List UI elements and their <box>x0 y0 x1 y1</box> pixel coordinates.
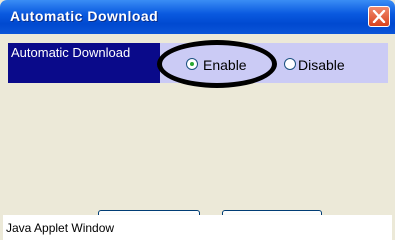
radio-disable-label[interactable]: Disable <box>298 57 345 73</box>
radio-enable[interactable] <box>186 58 198 70</box>
title-bar[interactable]: Automatic Download <box>0 0 395 34</box>
status-text: Java Applet Window <box>6 221 115 235</box>
window-title: Automatic Download <box>10 8 159 24</box>
radio-disable[interactable] <box>284 58 296 70</box>
radio-enable-label[interactable]: Enable <box>203 57 247 73</box>
setting-label: Automatic Download <box>8 43 160 83</box>
dialog-window: Automatic Download Automatic Download En… <box>0 0 395 240</box>
setting-row: Automatic Download Enable Disable <box>8 43 388 83</box>
dialog-content: Automatic Download Enable Disable OK Can… <box>3 34 392 240</box>
close-button[interactable] <box>368 6 390 27</box>
status-bar: Java Applet Window <box>3 215 392 240</box>
close-icon <box>372 10 386 23</box>
